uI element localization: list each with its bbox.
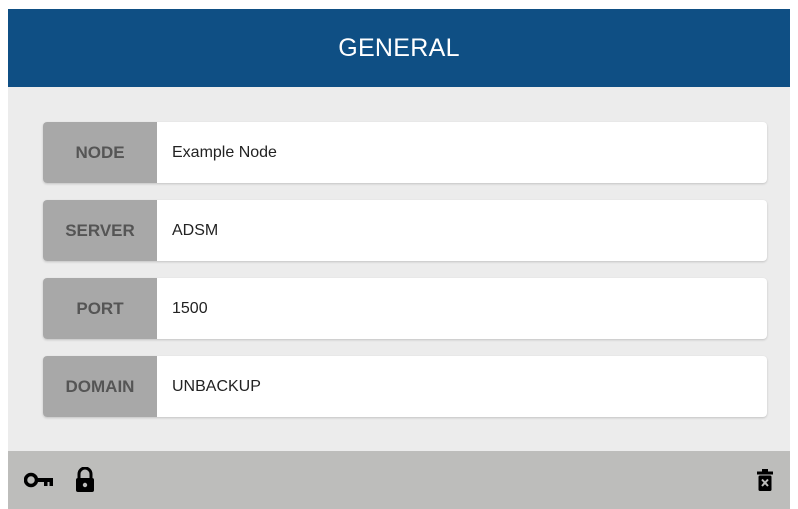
server-field[interactable]: ADSM [157,200,767,261]
lock-icon [76,467,94,492]
panel-header: GENERAL [8,9,790,87]
fields-list: NODE Example Node SERVER ADSM PORT 1500 … [8,87,790,417]
domain-field[interactable]: UNBACKUP [157,356,767,417]
field-row-node: NODE Example Node [43,122,767,183]
delete-button[interactable] [752,451,778,509]
field-label-port: PORT [43,278,157,339]
key-button[interactable] [22,451,56,509]
general-panel: GENERAL NODE Example Node SERVER ADSM PO… [8,9,790,509]
trash-icon [757,469,773,491]
field-row-port: PORT 1500 [43,278,767,339]
field-row-server: SERVER ADSM [43,200,767,261]
field-label-node: NODE [43,122,157,183]
panel-footer [8,451,790,509]
port-field[interactable]: 1500 [157,278,767,339]
lock-button[interactable] [70,451,100,509]
field-label-server: SERVER [43,200,157,261]
key-icon [24,472,53,488]
panel-title: GENERAL [338,33,460,62]
field-label-domain: DOMAIN [43,356,157,417]
node-field[interactable]: Example Node [157,122,767,183]
field-row-domain: DOMAIN UNBACKUP [43,356,767,417]
